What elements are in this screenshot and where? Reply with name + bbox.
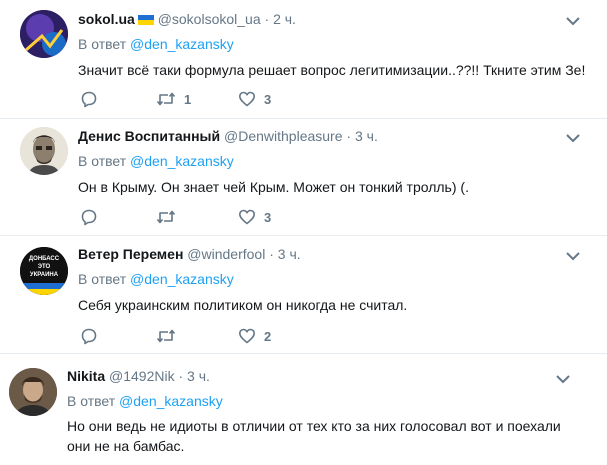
chevron-down-icon[interactable] — [566, 133, 580, 143]
reply-button[interactable] — [80, 89, 98, 109]
like-button[interactable]: 3 — [238, 89, 271, 109]
like-count: 3 — [264, 91, 272, 107]
user-handle[interactable]: @Denwithpleasure — [224, 128, 343, 144]
avatar[interactable] — [20, 127, 68, 175]
avatar-caption: ДОНБАСС ЭТО УКРАИНА — [28, 256, 60, 278]
tweet[interactable]: Nikita @1492Nik · 3 ч. В ответ @den_kaza… — [0, 353, 607, 465]
avatar[interactable]: ДОНБАСС ЭТО УКРАИНА — [20, 247, 68, 295]
retweet-icon — [156, 329, 176, 343]
reply-icon — [81, 91, 97, 108]
tweet-header: sokol.ua @sokolsokol_ua · 2 ч. — [78, 11, 296, 27]
retweet-count: 1 — [184, 91, 192, 107]
reply-context: В ответ @den_kazansky — [78, 153, 234, 169]
reply-context: В ответ @den_kazansky — [78, 271, 234, 287]
user-handle[interactable]: @winderfool — [187, 246, 265, 262]
separator: · — [174, 368, 188, 384]
tweet-actions: 1 3 — [80, 89, 300, 109]
reply-prefix: В ответ — [67, 393, 116, 409]
display-name[interactable]: sokol.ua — [78, 11, 135, 27]
like-count: 2 — [264, 328, 272, 344]
timestamp[interactable]: 2 ч. — [273, 11, 296, 27]
reply-context: В ответ @den_kazansky — [78, 36, 234, 52]
retweet-icon — [156, 92, 176, 106]
tweet-header: Ветер Перемен @winderfool · 3 ч. — [78, 246, 301, 262]
reply-prefix: В ответ — [78, 153, 127, 169]
tweet-header: Nikita @1492Nik · 3 ч. — [67, 368, 210, 384]
heart-icon — [239, 209, 255, 225]
reply-icon — [81, 328, 97, 345]
reply-prefix: В ответ — [78, 36, 127, 52]
avatar-image — [20, 127, 68, 175]
tweet[interactable]: sokol.ua @sokolsokol_ua · 2 ч. В ответ @… — [0, 0, 607, 119]
reply-context: В ответ @den_kazansky — [67, 393, 223, 409]
chevron-down-icon[interactable] — [556, 374, 570, 384]
tweet-text: Значит всё таки формула решает вопрос ле… — [78, 62, 586, 78]
ukraine-flag-icon — [137, 15, 154, 25]
reply-mention-link[interactable]: @den_kazansky — [119, 393, 223, 409]
user-handle[interactable]: @sokolsokol_ua — [158, 11, 261, 27]
timestamp[interactable]: 3 ч. — [355, 128, 378, 144]
tweet-header: Денис Воспитанный @Denwithpleasure · 3 ч… — [78, 128, 378, 144]
reply-prefix: В ответ — [78, 271, 127, 287]
timestamp[interactable]: 3 ч. — [278, 246, 301, 262]
display-name[interactable]: Ветер Перемен — [78, 246, 183, 262]
chevron-down-icon[interactable] — [566, 251, 580, 261]
reply-button[interactable] — [80, 207, 98, 227]
tweet[interactable]: ДОНБАСС ЭТО УКРАИНА Ветер Перемен @winde… — [0, 235, 607, 354]
tweet-text: Себя украинским политиком он никогда не … — [78, 297, 408, 313]
tweet-text: Но они ведь не идиоты в отличии от тех к… — [67, 418, 561, 454]
avatar[interactable] — [20, 10, 68, 58]
reply-mention-link[interactable]: @den_kazansky — [130, 153, 234, 169]
reply-mention-link[interactable]: @den_kazansky — [130, 36, 234, 52]
avatar-image — [20, 10, 68, 58]
timestamp[interactable]: 3 ч. — [187, 368, 210, 384]
separator: · — [342, 128, 355, 144]
like-button[interactable]: 3 — [238, 207, 271, 227]
reply-mention-link[interactable]: @den_kazansky — [130, 271, 234, 287]
tweet-text: Он в Крыму. Он знает чей Крым. Может он … — [78, 179, 469, 195]
like-count: 3 — [264, 209, 272, 225]
retweet-button[interactable] — [156, 207, 176, 227]
display-name[interactable]: Денис Воспитанный — [78, 128, 220, 144]
tweet-actions: 2 — [80, 326, 300, 346]
avatar[interactable] — [9, 368, 57, 416]
avatar-image — [9, 368, 57, 416]
retweet-button[interactable]: 1 — [156, 89, 191, 109]
retweet-icon — [156, 210, 176, 224]
separator: · — [260, 11, 274, 27]
chevron-down-icon[interactable] — [566, 16, 580, 26]
heart-icon — [239, 91, 255, 107]
tweet-actions: 3 — [80, 207, 300, 227]
separator: · — [265, 246, 278, 262]
reply-button[interactable] — [80, 326, 98, 346]
reply-icon — [81, 209, 97, 226]
tweet[interactable]: Денис Воспитанный @Denwithpleasure · 3 ч… — [0, 118, 607, 236]
user-handle[interactable]: @1492Nik — [109, 368, 175, 384]
like-button[interactable]: 2 — [238, 326, 271, 346]
heart-icon — [239, 328, 255, 344]
retweet-button[interactable] — [156, 326, 176, 346]
display-name[interactable]: Nikita — [67, 368, 105, 384]
